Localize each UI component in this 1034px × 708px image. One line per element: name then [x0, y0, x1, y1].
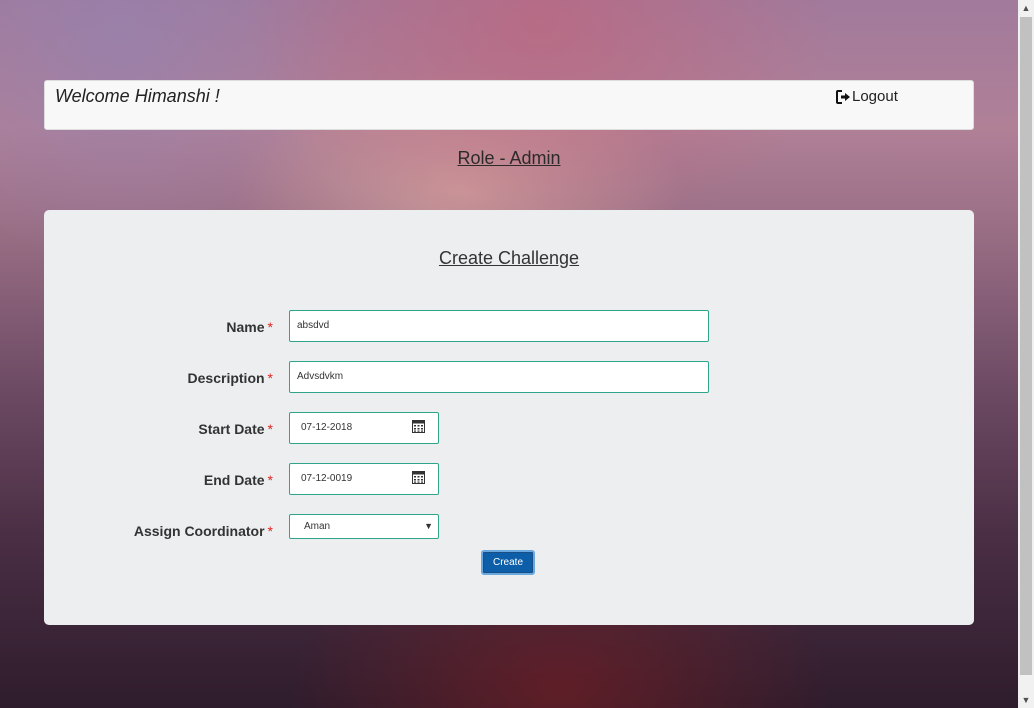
name-input[interactable]: absdvd	[289, 310, 709, 342]
name-label: Name *	[226, 319, 273, 335]
logout-label: Logout	[852, 88, 898, 105]
role-heading: Role - Admin	[457, 148, 561, 168]
calendar-icon[interactable]	[412, 420, 425, 433]
end-date-label-text: End Date	[203, 472, 265, 488]
required-marker: *	[267, 370, 273, 386]
create-challenge-panel: Create Challenge Name * absdvd Descriptio…	[44, 210, 974, 625]
coordinator-selected-value: Aman	[304, 521, 331, 532]
coordinator-label: Assign Coordinator *	[134, 523, 273, 539]
description-label: Description *	[188, 370, 273, 386]
welcome-message: Welcome Himanshi !	[55, 86, 220, 106]
required-marker: *	[267, 472, 273, 488]
logout-link[interactable]: Logout	[836, 88, 898, 105]
end-date-label: End Date *	[204, 472, 273, 488]
name-label-text: Name	[226, 319, 265, 335]
start-date-label-text: Start Date	[198, 421, 265, 437]
end-date-value: 07-12-0019	[301, 473, 353, 484]
coordinator-label-text: Assign Coordinator	[133, 523, 265, 539]
calendar-icon[interactable]	[412, 471, 425, 484]
description-label-text: Description	[187, 370, 265, 386]
create-button[interactable]: Create	[481, 550, 535, 575]
required-marker: *	[267, 523, 273, 539]
start-date-input[interactable]: 07-12-2018	[289, 412, 439, 444]
required-marker: *	[267, 319, 273, 335]
sign-out-icon	[836, 89, 850, 104]
vertical-scrollbar[interactable]: ▲ ▼	[1018, 0, 1034, 708]
start-date-label: Start Date *	[198, 421, 273, 437]
header-bar: Welcome Himanshi ! Logout	[44, 80, 974, 130]
scroll-up-arrow-icon[interactable]: ▲	[1018, 0, 1034, 16]
end-date-input[interactable]: 07-12-0019	[289, 463, 439, 495]
required-marker: *	[267, 421, 273, 437]
dropdown-arrow-icon: ▼	[424, 521, 433, 531]
form-title: Create Challenge	[438, 248, 580, 268]
description-input[interactable]: Advsdvkm	[289, 361, 709, 393]
coordinator-select[interactable]: Aman ▼	[289, 514, 439, 539]
start-date-value: 07-12-2018	[301, 422, 353, 433]
scroll-down-arrow-icon[interactable]: ▼	[1018, 692, 1034, 708]
scroll-thumb[interactable]	[1020, 17, 1032, 675]
